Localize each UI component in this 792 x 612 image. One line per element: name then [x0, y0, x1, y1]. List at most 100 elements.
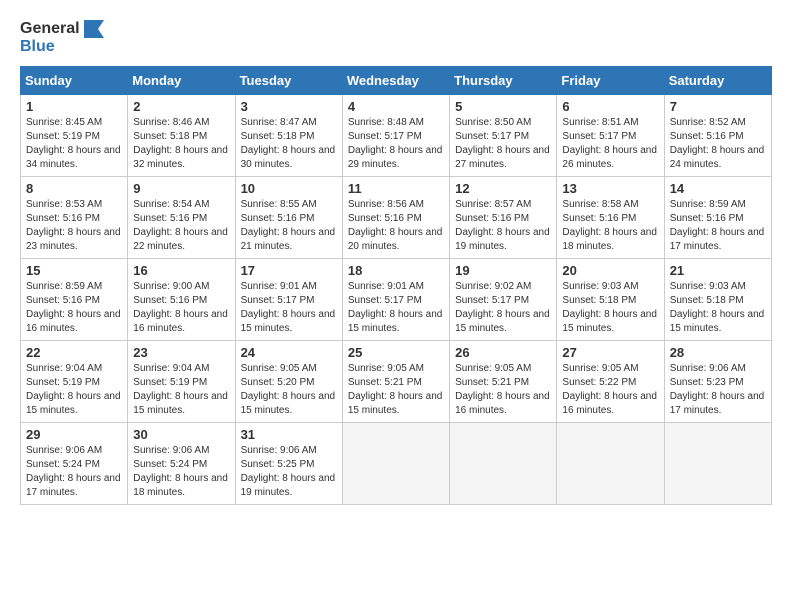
day-info: Sunrise: 9:05 AMSunset: 5:20 PMDaylight:…	[241, 363, 336, 416]
day-number: 7	[670, 99, 766, 114]
day-info: Sunrise: 9:04 AMSunset: 5:19 PMDaylight:…	[26, 363, 121, 416]
day-number: 20	[562, 263, 658, 278]
logo-general: General	[20, 20, 80, 38]
day-number: 16	[133, 263, 229, 278]
day-info: Sunrise: 9:05 AMSunset: 5:21 PMDaylight:…	[455, 363, 550, 416]
weekday-header: Monday	[128, 67, 235, 95]
day-info: Sunrise: 8:51 AMSunset: 5:17 PMDaylight:…	[562, 117, 657, 170]
calendar-cell: 27 Sunrise: 9:05 AMSunset: 5:22 PMDaylig…	[557, 341, 664, 423]
calendar-cell	[557, 423, 664, 505]
day-info: Sunrise: 8:53 AMSunset: 5:16 PMDaylight:…	[26, 199, 121, 252]
day-info: Sunrise: 9:06 AMSunset: 5:23 PMDaylight:…	[670, 363, 765, 416]
calendar-cell: 20 Sunrise: 9:03 AMSunset: 5:18 PMDaylig…	[557, 259, 664, 341]
logo-blue: Blue	[20, 38, 55, 56]
day-number: 24	[241, 345, 337, 360]
calendar-cell: 5 Sunrise: 8:50 AMSunset: 5:17 PMDayligh…	[450, 95, 557, 177]
day-number: 14	[670, 181, 766, 196]
calendar-cell: 3 Sunrise: 8:47 AMSunset: 5:18 PMDayligh…	[235, 95, 342, 177]
day-number: 23	[133, 345, 229, 360]
calendar-cell: 13 Sunrise: 8:58 AMSunset: 5:16 PMDaylig…	[557, 177, 664, 259]
day-info: Sunrise: 9:06 AMSunset: 5:24 PMDaylight:…	[133, 445, 228, 498]
day-number: 5	[455, 99, 551, 114]
day-number: 1	[26, 99, 122, 114]
calendar-cell: 28 Sunrise: 9:06 AMSunset: 5:23 PMDaylig…	[664, 341, 771, 423]
day-number: 25	[348, 345, 444, 360]
weekday-header: Saturday	[664, 67, 771, 95]
calendar-cell: 22 Sunrise: 9:04 AMSunset: 5:19 PMDaylig…	[21, 341, 128, 423]
day-number: 17	[241, 263, 337, 278]
calendar-cell: 29 Sunrise: 9:06 AMSunset: 5:24 PMDaylig…	[21, 423, 128, 505]
day-info: Sunrise: 9:06 AMSunset: 5:25 PMDaylight:…	[241, 445, 336, 498]
day-number: 6	[562, 99, 658, 114]
calendar-cell: 15 Sunrise: 8:59 AMSunset: 5:16 PMDaylig…	[21, 259, 128, 341]
calendar-cell: 14 Sunrise: 8:59 AMSunset: 5:16 PMDaylig…	[664, 177, 771, 259]
weekday-header: Sunday	[21, 67, 128, 95]
day-number: 15	[26, 263, 122, 278]
day-info: Sunrise: 8:45 AMSunset: 5:19 PMDaylight:…	[26, 117, 121, 170]
calendar-cell: 12 Sunrise: 8:57 AMSunset: 5:16 PMDaylig…	[450, 177, 557, 259]
calendar-cell: 4 Sunrise: 8:48 AMSunset: 5:17 PMDayligh…	[342, 95, 449, 177]
calendar-cell: 23 Sunrise: 9:04 AMSunset: 5:19 PMDaylig…	[128, 341, 235, 423]
calendar-week-row: 8 Sunrise: 8:53 AMSunset: 5:16 PMDayligh…	[21, 177, 772, 259]
calendar-week-row: 22 Sunrise: 9:04 AMSunset: 5:19 PMDaylig…	[21, 341, 772, 423]
weekday-header: Friday	[557, 67, 664, 95]
day-number: 31	[241, 427, 337, 442]
day-number: 9	[133, 181, 229, 196]
calendar-cell: 6 Sunrise: 8:51 AMSunset: 5:17 PMDayligh…	[557, 95, 664, 177]
day-info: Sunrise: 9:03 AMSunset: 5:18 PMDaylight:…	[562, 281, 657, 334]
calendar-cell: 19 Sunrise: 9:02 AMSunset: 5:17 PMDaylig…	[450, 259, 557, 341]
day-info: Sunrise: 9:01 AMSunset: 5:17 PMDaylight:…	[348, 281, 443, 334]
weekday-header: Wednesday	[342, 67, 449, 95]
day-info: Sunrise: 9:03 AMSunset: 5:18 PMDaylight:…	[670, 281, 765, 334]
day-number: 10	[241, 181, 337, 196]
day-number: 27	[562, 345, 658, 360]
day-info: Sunrise: 8:54 AMSunset: 5:16 PMDaylight:…	[133, 199, 228, 252]
day-number: 13	[562, 181, 658, 196]
day-info: Sunrise: 8:59 AMSunset: 5:16 PMDaylight:…	[670, 199, 765, 252]
day-info: Sunrise: 8:55 AMSunset: 5:16 PMDaylight:…	[241, 199, 336, 252]
calendar-cell: 2 Sunrise: 8:46 AMSunset: 5:18 PMDayligh…	[128, 95, 235, 177]
day-info: Sunrise: 9:05 AMSunset: 5:22 PMDaylight:…	[562, 363, 657, 416]
calendar-cell	[342, 423, 449, 505]
day-number: 26	[455, 345, 551, 360]
day-info: Sunrise: 9:01 AMSunset: 5:17 PMDaylight:…	[241, 281, 336, 334]
calendar-cell: 8 Sunrise: 8:53 AMSunset: 5:16 PMDayligh…	[21, 177, 128, 259]
calendar-table: SundayMondayTuesdayWednesdayThursdayFrid…	[20, 66, 772, 505]
calendar-cell: 30 Sunrise: 9:06 AMSunset: 5:24 PMDaylig…	[128, 423, 235, 505]
calendar-week-row: 29 Sunrise: 9:06 AMSunset: 5:24 PMDaylig…	[21, 423, 772, 505]
day-info: Sunrise: 8:47 AMSunset: 5:18 PMDaylight:…	[241, 117, 336, 170]
day-info: Sunrise: 8:56 AMSunset: 5:16 PMDaylight:…	[348, 199, 443, 252]
calendar-week-row: 15 Sunrise: 8:59 AMSunset: 5:16 PMDaylig…	[21, 259, 772, 341]
calendar-cell: 16 Sunrise: 9:00 AMSunset: 5:16 PMDaylig…	[128, 259, 235, 341]
page-header: General Blue	[20, 20, 772, 56]
day-info: Sunrise: 9:02 AMSunset: 5:17 PMDaylight:…	[455, 281, 550, 334]
calendar-cell: 1 Sunrise: 8:45 AMSunset: 5:19 PMDayligh…	[21, 95, 128, 177]
day-number: 11	[348, 181, 444, 196]
calendar-cell: 7 Sunrise: 8:52 AMSunset: 5:16 PMDayligh…	[664, 95, 771, 177]
calendar-cell: 26 Sunrise: 9:05 AMSunset: 5:21 PMDaylig…	[450, 341, 557, 423]
calendar-cell: 31 Sunrise: 9:06 AMSunset: 5:25 PMDaylig…	[235, 423, 342, 505]
day-info: Sunrise: 9:04 AMSunset: 5:19 PMDaylight:…	[133, 363, 228, 416]
calendar-cell: 21 Sunrise: 9:03 AMSunset: 5:18 PMDaylig…	[664, 259, 771, 341]
day-number: 18	[348, 263, 444, 278]
calendar-cell: 9 Sunrise: 8:54 AMSunset: 5:16 PMDayligh…	[128, 177, 235, 259]
day-info: Sunrise: 8:48 AMSunset: 5:17 PMDaylight:…	[348, 117, 443, 170]
calendar-week-row: 1 Sunrise: 8:45 AMSunset: 5:19 PMDayligh…	[21, 95, 772, 177]
logo: General Blue	[20, 20, 104, 56]
calendar-cell: 11 Sunrise: 8:56 AMSunset: 5:16 PMDaylig…	[342, 177, 449, 259]
weekday-header: Thursday	[450, 67, 557, 95]
day-number: 19	[455, 263, 551, 278]
calendar-cell	[664, 423, 771, 505]
calendar-cell: 17 Sunrise: 9:01 AMSunset: 5:17 PMDaylig…	[235, 259, 342, 341]
day-info: Sunrise: 8:59 AMSunset: 5:16 PMDaylight:…	[26, 281, 121, 334]
day-info: Sunrise: 8:50 AMSunset: 5:17 PMDaylight:…	[455, 117, 550, 170]
day-number: 12	[455, 181, 551, 196]
day-number: 29	[26, 427, 122, 442]
logo-flag-icon	[82, 20, 104, 38]
day-info: Sunrise: 9:05 AMSunset: 5:21 PMDaylight:…	[348, 363, 443, 416]
day-number: 22	[26, 345, 122, 360]
day-number: 28	[670, 345, 766, 360]
day-info: Sunrise: 8:58 AMSunset: 5:16 PMDaylight:…	[562, 199, 657, 252]
day-info: Sunrise: 8:57 AMSunset: 5:16 PMDaylight:…	[455, 199, 550, 252]
day-number: 8	[26, 181, 122, 196]
